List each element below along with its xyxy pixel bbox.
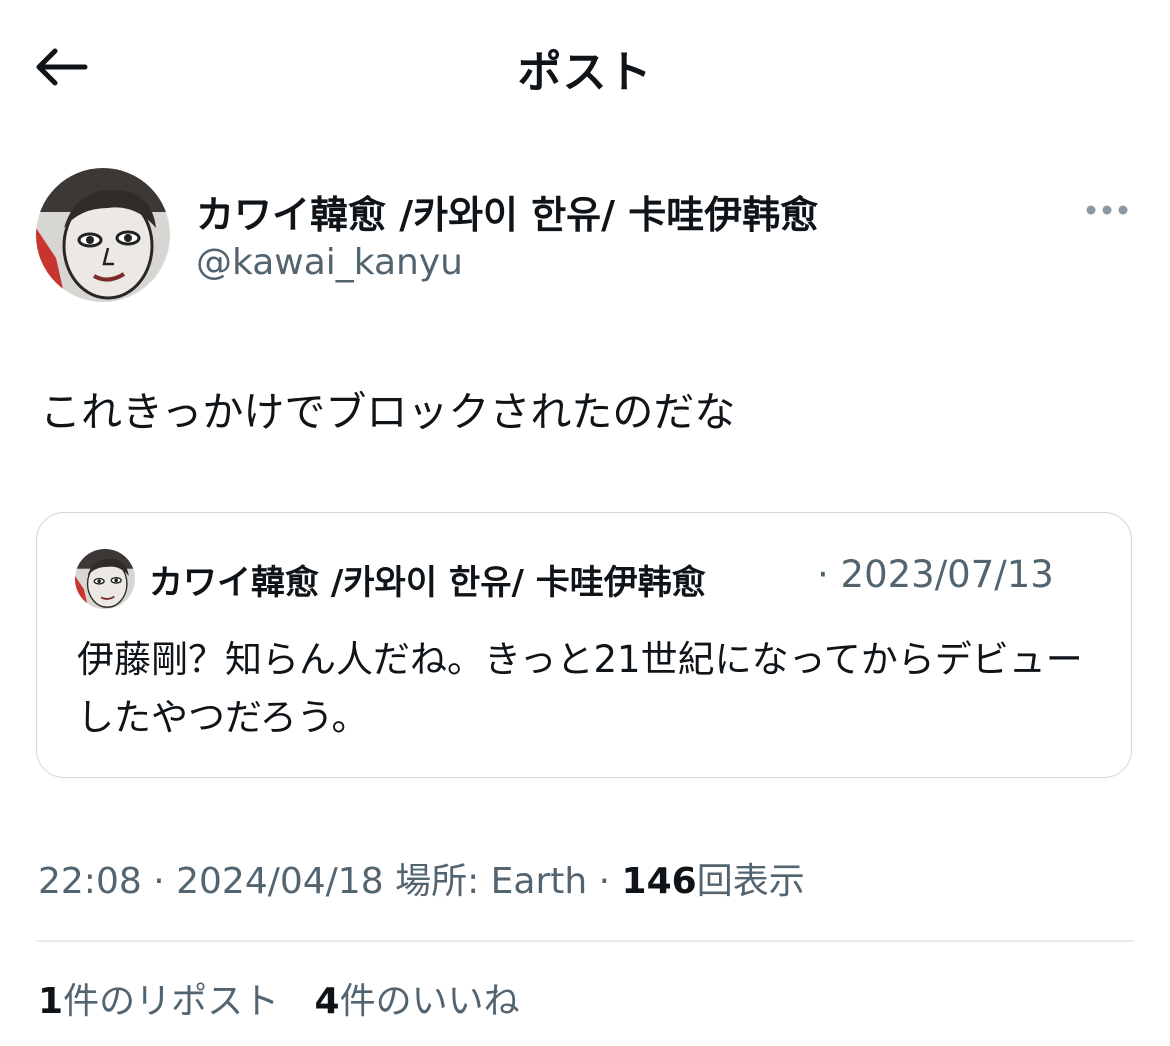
- more-button[interactable]: [1082, 190, 1132, 230]
- views-label: 回表示: [696, 861, 805, 902]
- post-location: 場所: Earth: [395, 861, 588, 902]
- page-title: ポスト: [517, 47, 653, 98]
- meta-separator: ·: [598, 861, 611, 902]
- meta-separator: ·: [153, 861, 165, 902]
- quoted-post[interactable]: カワイ韓愈 /카와이 한유/ 卡哇伊韩愈 · 2023/07/13 伊藤剛？知ら…: [36, 512, 1132, 778]
- reposts-label: 件のリポスト: [63, 981, 280, 1022]
- post-meta: 22:08 · 2024/04/18 場所: Earth · 146回表示: [38, 852, 805, 904]
- post-text: これきっかけでブロックされたのだな: [40, 388, 736, 436]
- reposts-count: 1: [38, 981, 64, 1022]
- quote-date-value: 2023/07/13: [840, 553, 1054, 596]
- reposts-link[interactable]: 1件のリポスト: [38, 981, 279, 1022]
- header-bar: ポスト: [0, 0, 1170, 135]
- post-time[interactable]: 22:08: [38, 861, 142, 902]
- engagement-stats: 1件のリポスト 4件のいいね: [38, 972, 544, 1024]
- quote-avatar: [75, 549, 135, 609]
- likes-count: 4: [314, 981, 340, 1022]
- quote-author-name: カワイ韓愈 /카와이 한유/ 卡哇伊韩愈: [149, 563, 706, 603]
- likes-label: 件のいいね: [339, 981, 520, 1022]
- avatar[interactable]: [36, 168, 170, 302]
- author-handle[interactable]: @kawai_kanyu: [196, 242, 463, 283]
- more-horizontal-icon: [1086, 205, 1128, 215]
- likes-link[interactable]: 4件のいいね: [315, 981, 520, 1022]
- author-name[interactable]: カワイ韓愈 /카와이 한유/ 卡哇伊韩愈: [196, 184, 818, 239]
- quote-date: · 2023/07/13: [817, 553, 1054, 596]
- quote-separator: ·: [817, 553, 829, 596]
- divider: [36, 940, 1134, 942]
- quote-text: 伊藤剛？知らん人だね。きっと21世紀になってからデビューしたやつだろう。: [77, 638, 1083, 739]
- post-date[interactable]: 2024/04/18: [176, 861, 384, 902]
- post-author: カワイ韓愈 /카와이 한유/ 卡哇伊韩愈 @kawai_kanyu: [36, 168, 1136, 308]
- views-count: 146: [621, 861, 697, 902]
